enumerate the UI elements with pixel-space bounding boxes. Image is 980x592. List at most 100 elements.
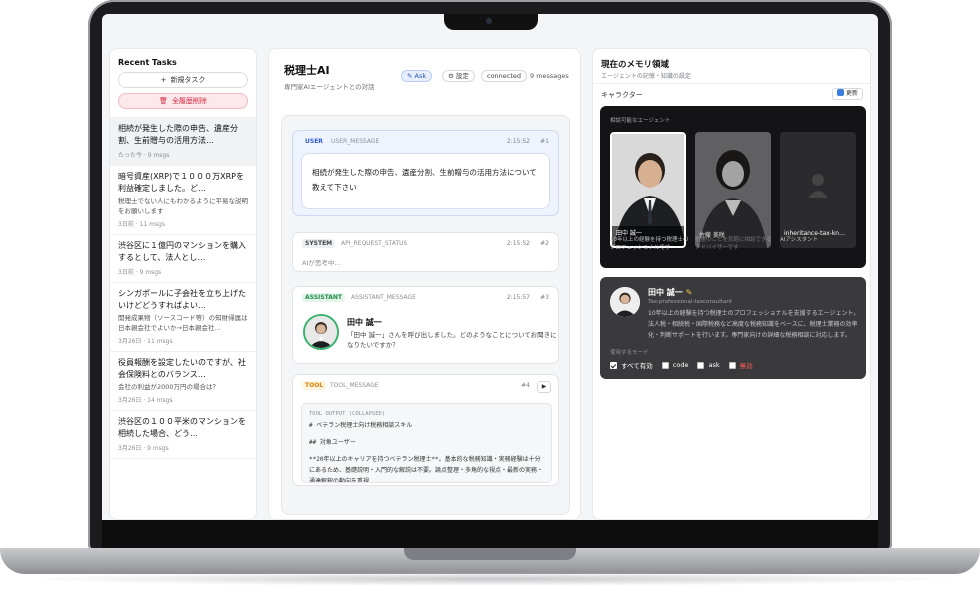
connection-status-badge: connected <box>481 70 528 82</box>
ask-label: Ask <box>414 72 427 80</box>
task-meta: 3日前 · 9 msgs <box>118 269 162 276</box>
delete-all-button[interactable]: 🗑 全履歴削除 <box>118 93 248 109</box>
person-icon <box>610 287 640 317</box>
message-type: USER_MESSAGE <box>331 138 380 145</box>
refresh-button[interactable]: 更新 <box>831 88 863 100</box>
chat-panel: 税理士AI 専門家AIエージェントとの対話 ✎ Ask ⚙ 設定 connect… <box>268 48 581 520</box>
refresh-label: 更新 <box>845 90 858 97</box>
mode-label-text: すべて有効 <box>621 362 653 370</box>
delete-all-label: 全履歴削除 <box>171 97 207 105</box>
agent-avatar <box>303 314 339 350</box>
mode-code-checkbox[interactable]: code <box>661 360 688 370</box>
task-title: 暗号資産(XRP)で１０００万XRPを利益確定しました。ど… <box>118 172 244 193</box>
agent-card-inheritance[interactable]: inheritance-tax-kn… <box>780 132 856 248</box>
agent-name: 田中 誠一 ✎ <box>648 287 692 298</box>
tool-message: TOOL TOOL_MESSAGE #4 ▶ TOOL OUTPUT (COLL… <box>292 374 559 486</box>
message-type: API_REQUEST_STATUS <box>341 240 408 247</box>
settings-button[interactable]: ⚙ 設定 <box>442 70 475 82</box>
user-message: USER USER_MESSAGE 2:15:52 #1 相続が発生した際の申告… <box>292 130 559 216</box>
agent-card-sato[interactable]: 佐藤 美咲 <box>695 132 771 248</box>
message-number: #2 <box>540 240 549 247</box>
tool-line: # ベテラン税理士向け税務相談スキル <box>309 422 413 429</box>
refresh-icon <box>836 89 844 96</box>
gallery-caption: 相談可能なエージェント <box>610 118 671 124</box>
character-label: キャラクター <box>601 91 643 99</box>
mode-label-text: ask <box>708 361 720 369</box>
camera-icon <box>486 18 492 24</box>
task-meta: 3月26日 · 11 msgs <box>118 338 173 345</box>
screen-bezel <box>102 520 878 550</box>
agent-description: 10年以上の経験を持つ税理士のプロフェッショナルを支援するエージェント。法人税・… <box>648 310 860 339</box>
assistant-message: ASSISTANT ASSISTANT_MESSAGE 2:15:57 #3 田… <box>292 286 559 364</box>
task-meta: 3日前 · 11 msgs <box>118 221 165 228</box>
message-list[interactable]: USER USER_MESSAGE 2:15:52 #1 相続が発生した際の申告… <box>281 115 570 515</box>
gear-icon: ⚙ <box>448 72 456 80</box>
agent-name-text: 田中 誠一 <box>648 288 683 297</box>
mode-label-text: 無効 <box>739 362 753 370</box>
agent-card-tanaka[interactable]: 田中 誠一 <box>610 132 686 248</box>
agent-name: 田中 誠一 <box>347 318 382 327</box>
message-number: #1 <box>540 138 549 145</box>
panel-title: Recent Tasks <box>118 58 177 67</box>
message-type: ASSISTANT_MESSAGE <box>351 294 416 301</box>
task-meta: 3月26日 · 14 msgs <box>118 397 173 404</box>
role-badge: USER <box>305 138 323 145</box>
message-count: 9 messages <box>530 72 569 80</box>
task-item[interactable]: 渋谷区に１億円のマンションを購入するとして、法人とし… 3日前 · 9 msgs <box>110 235 256 283</box>
message-number: #4 <box>521 382 530 389</box>
status-text: AIが思考中… <box>302 259 341 267</box>
message-time: 2:15:57 <box>506 294 530 301</box>
mode-all-checkbox[interactable]: すべて有効 <box>610 360 653 370</box>
ask-mode-button[interactable]: ✎ Ask <box>401 70 433 82</box>
tool-output[interactable]: TOOL OUTPUT (COLLAPSED) # ベテラン税理士向け税務相談ス… <box>301 403 552 483</box>
task-list: 相続が発生した際の申告、遺産分割、生前贈与の活用方法… たった今 · 9 msg… <box>110 117 256 459</box>
agent-card-desc: 税金のことを気軽に相談できるアドバイザーです <box>695 237 772 251</box>
task-preview: 税理士でない人にもわかるように平易な説明をお願いします <box>118 197 248 215</box>
laptop-lip <box>404 548 576 560</box>
agent-detail-card: 田中 誠一 ✎ Tax-professional-taxconsultant 1… <box>600 277 866 379</box>
message-time: 2:15:52 <box>506 240 530 247</box>
agent-gallery: 相談可能なエージェント 田中 誠一 佐藤 美咲 inheritance-tax-… <box>600 106 866 268</box>
message-time: 2:15:52 <box>506 138 530 145</box>
mode-options: すべて有効 code ask 無効 <box>610 360 753 370</box>
task-title: 役員報酬を設定したいのですが、社会保険料とのバランス… <box>118 358 246 379</box>
task-item[interactable]: 暗号資産(XRP)で１０００万XRPを利益確定しました。ど… 税理士でない人にも… <box>110 166 256 235</box>
task-title: 渋谷区の１００平米のマンションを相続した場合、どう… <box>118 417 246 438</box>
memory-panel: 現在のメモリ領域 エージェントの記憶・知識の設定 キャラクター 更新 相談可能な… <box>592 48 871 520</box>
agent-avatar <box>610 287 640 317</box>
new-task-button[interactable]: + 新規タスク <box>118 72 248 88</box>
role-badge: TOOL <box>302 381 327 390</box>
pencil-icon: ✎ <box>407 72 415 80</box>
task-title: 渋谷区に１億円のマンションを購入するとして、法人とし… <box>118 241 246 262</box>
system-message: SYSTEM API_REQUEST_STATUS 2:15:52 #2 AIが… <box>292 232 559 272</box>
task-item[interactable]: 相続が発生した際の申告、遺産分割、生前贈与の活用方法… たった今 · 9 msg… <box>110 118 256 166</box>
app-screen: Recent Tasks + 新規タスク 🗑 全履歴削除 相続が発生した際の申告、遺… <box>102 14 878 520</box>
role-badge: SYSTEM <box>302 239 336 248</box>
mode-ask-checkbox[interactable]: ask <box>697 360 720 370</box>
expand-button[interactable]: ▶ <box>537 381 551 393</box>
person-icon <box>305 316 337 348</box>
laptop-shadow <box>20 572 960 586</box>
tool-line: **20年以上のキャリアを持つベテラン税理士**。基本的な税務知識・実務経験は十… <box>309 456 544 483</box>
checkbox-icon <box>661 361 669 369</box>
settings-label: 設定 <box>455 72 469 80</box>
agent-id: Tax-professional-taxconsultant <box>648 299 732 305</box>
task-item[interactable]: シンガポールに子会社を立ち上げたいけどどうすればよい… 開発成果物（ソースコード… <box>110 283 256 352</box>
pencil-icon[interactable]: ✎ <box>686 288 693 297</box>
mode-disabled-checkbox[interactable]: 無効 <box>728 360 753 370</box>
task-meta: 3月26日 · 9 msgs <box>118 445 169 452</box>
mode-label: 使用するモード <box>610 350 649 356</box>
memory-subtitle: エージェントの記憶・知識の設定 <box>601 73 691 80</box>
recent-tasks-panel: Recent Tasks + 新規タスク 🗑 全履歴削除 相続が発生した際の申告、遺… <box>109 48 257 520</box>
divider <box>593 83 870 84</box>
chat-subtitle: 専門家AIエージェントとの対話 <box>284 83 375 91</box>
task-item[interactable]: 渋谷区の１００平米のマンションを相続した場合、どう… 3月26日 · 9 msg… <box>110 411 256 459</box>
task-title: 相続が発生した際の申告、遺産分割、生前贈与の活用方法… <box>118 124 238 145</box>
checkbox-icon <box>728 361 736 369</box>
checkbox-checked-icon <box>610 361 617 369</box>
message-bubble: 相続が発生した際の申告、遺産分割、生前贈与の活用方法について教えて下さい <box>301 153 550 209</box>
message-type: TOOL_MESSAGE <box>330 382 379 389</box>
plus-icon: + <box>160 76 167 84</box>
task-item[interactable]: 役員報酬を設定したいのですが、社会保険料とのバランス… 会社の利益が2000万円… <box>110 352 256 411</box>
agent-card-desc: 10年以上の経験を持つ税理士のプロフェッショナルです <box>610 237 689 251</box>
